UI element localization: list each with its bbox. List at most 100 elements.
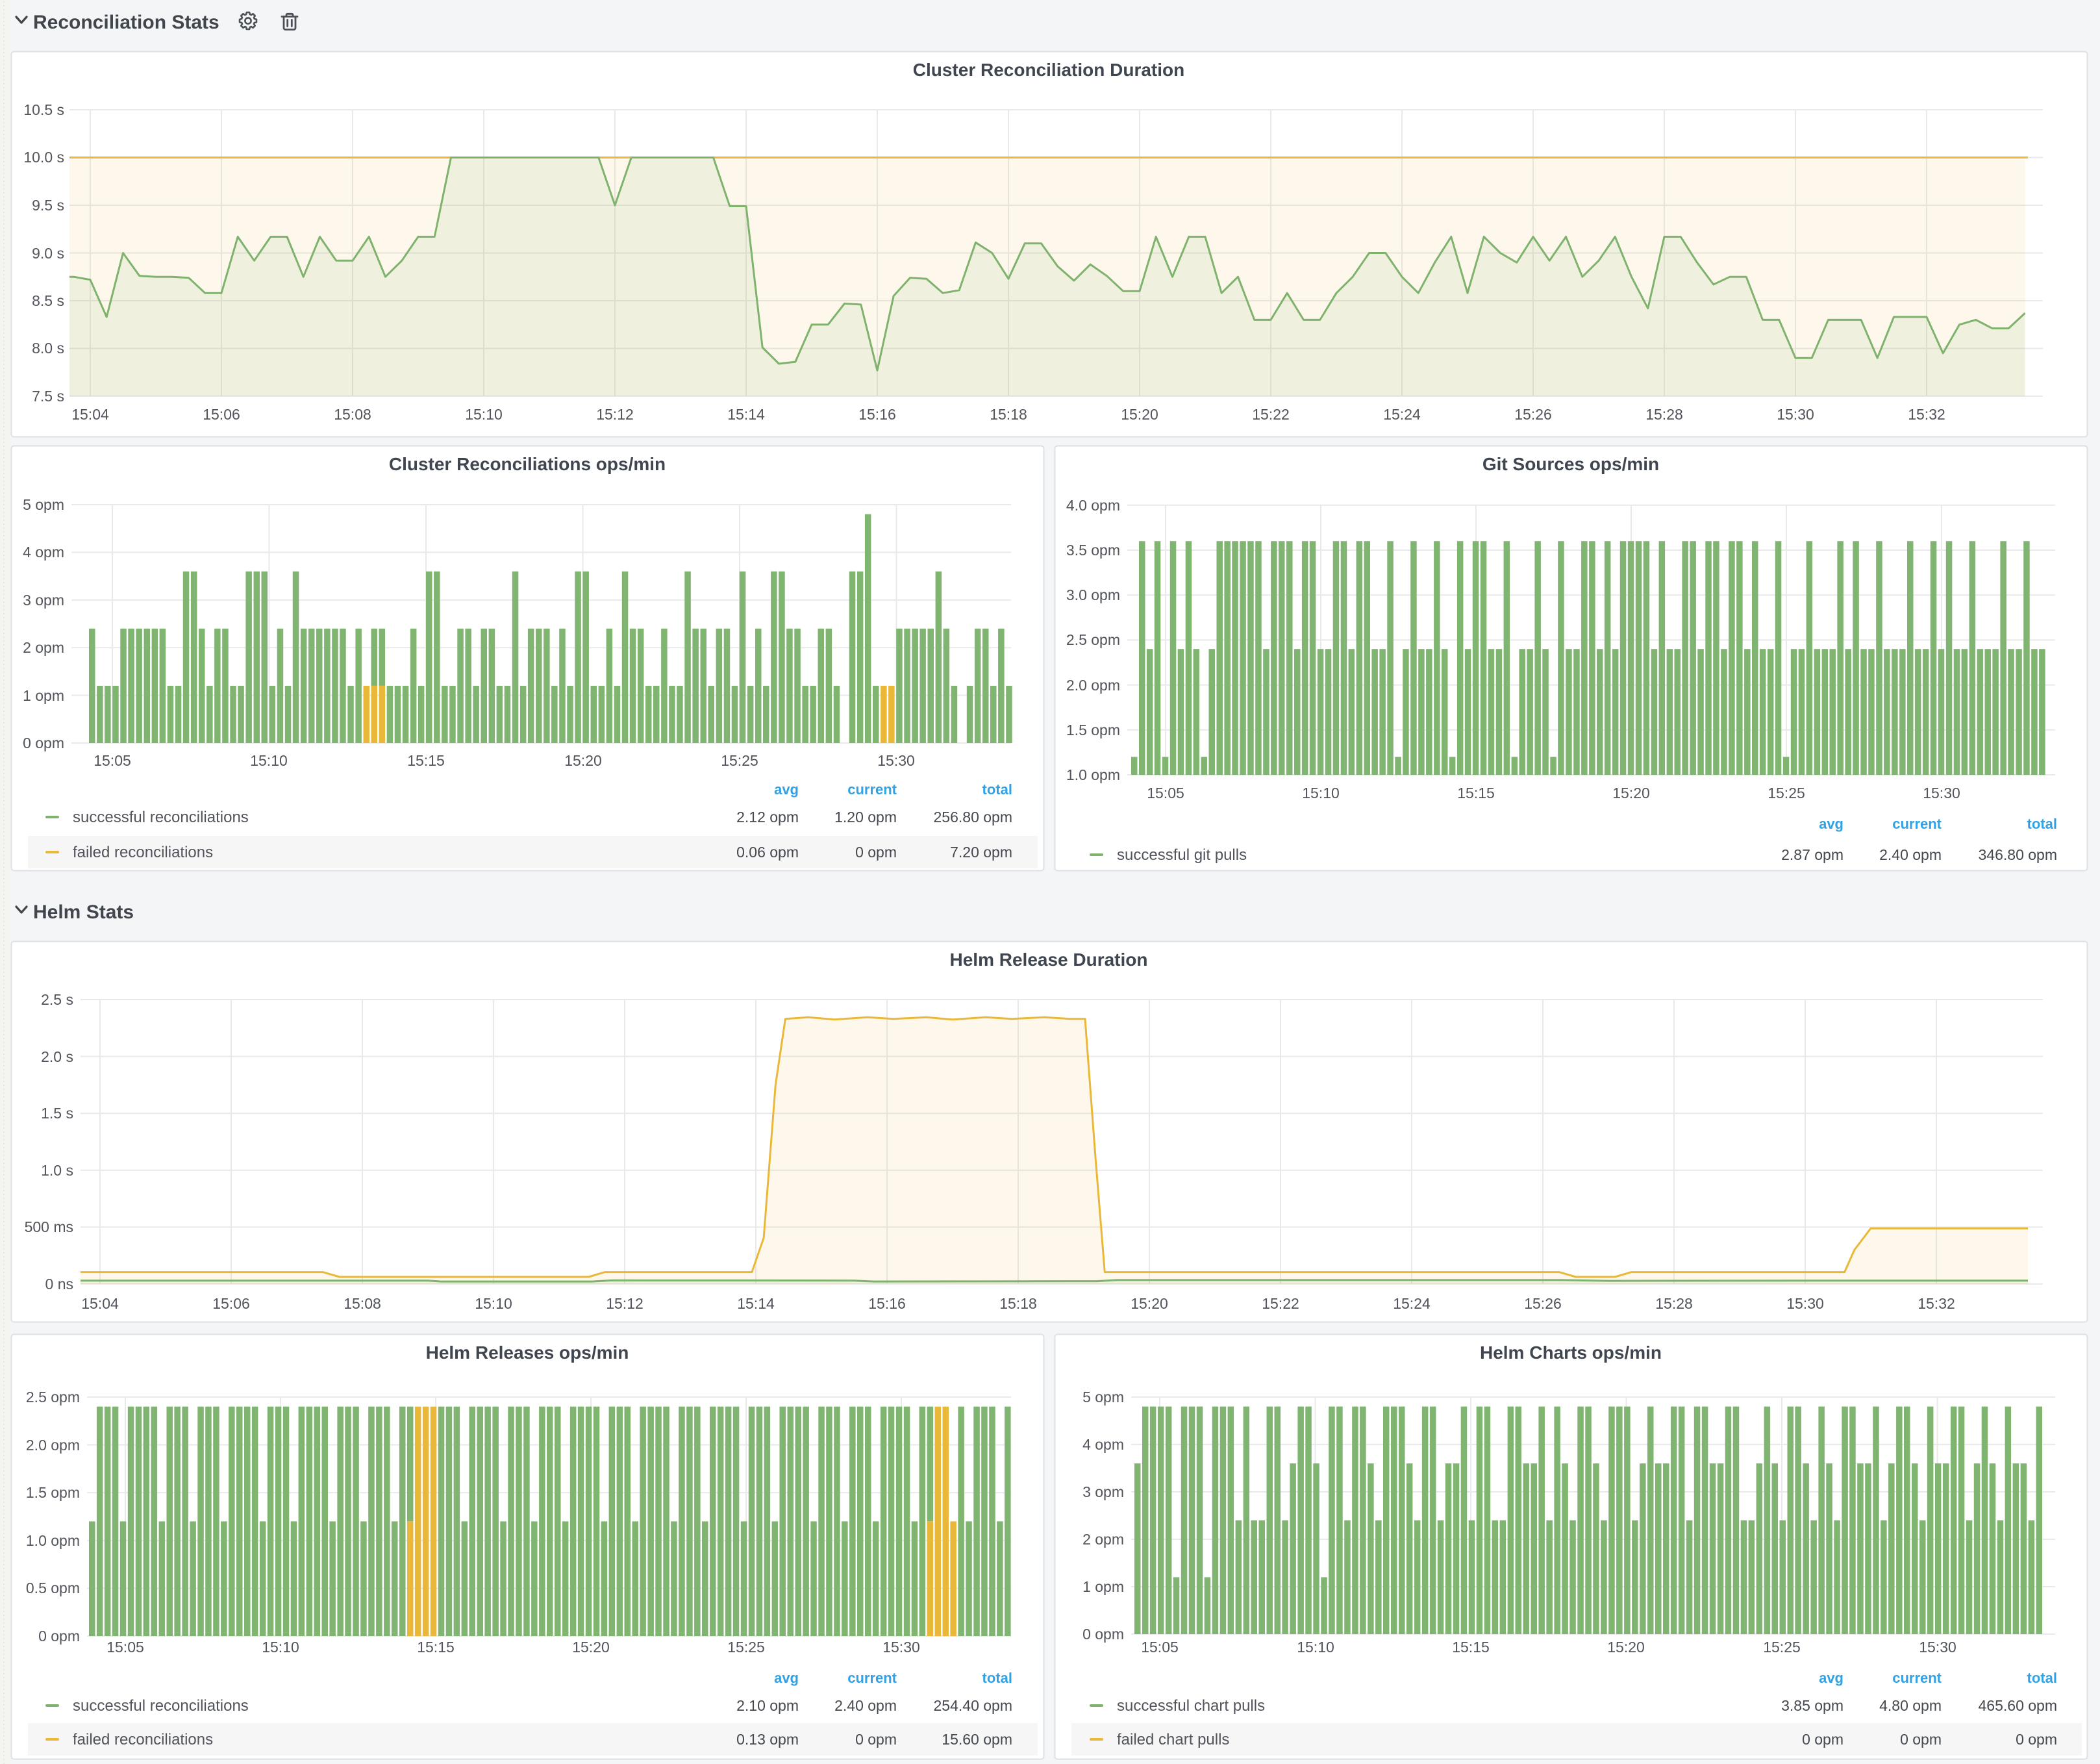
svg-text:15:25: 15:25 [1768,785,1805,801]
svg-text:500 ms: 500 ms [25,1218,73,1235]
svg-text:0.13 opm: 0.13 opm [736,1731,799,1748]
svg-text:8.5 s: 8.5 s [32,292,64,309]
svg-text:1.0 opm: 1.0 opm [26,1532,80,1549]
svg-text:current: current [847,781,897,798]
svg-text:2.10 opm: 2.10 opm [736,1697,799,1714]
svg-text:0 ns: 0 ns [45,1276,73,1292]
svg-text:15:04: 15:04 [71,406,109,423]
svg-text:1 opm: 1 opm [1082,1578,1124,1595]
svg-text:successful git pulls: successful git pulls [1117,846,1247,864]
svg-text:avg: avg [1819,816,1844,832]
svg-text:15:15: 15:15 [407,752,445,769]
svg-text:current: current [847,1670,897,1686]
svg-text:1.0 s: 1.0 s [41,1162,73,1179]
svg-text:0 opm: 0 opm [1802,1731,1844,1748]
svg-text:3 opm: 3 opm [23,592,64,609]
svg-text:failed reconciliations: failed reconciliations [73,1731,213,1748]
svg-text:2.40 opm: 2.40 opm [834,1697,897,1714]
svg-text:15:28: 15:28 [1655,1295,1693,1312]
svg-text:15:22: 15:22 [1262,1295,1299,1312]
svg-text:2.40 opm: 2.40 opm [1879,846,1942,863]
svg-text:15:28: 15:28 [1645,406,1683,423]
svg-text:3 opm: 3 opm [1082,1483,1124,1500]
svg-text:10.0 s: 10.0 s [23,149,64,166]
svg-text:15:30: 15:30 [1786,1295,1824,1312]
svg-text:15:10: 15:10 [250,752,288,769]
svg-text:15:15: 15:15 [1452,1639,1490,1656]
svg-text:15:25: 15:25 [727,1639,765,1656]
svg-text:15:18: 15:18 [999,1295,1037,1312]
svg-text:avg: avg [1819,1670,1844,1686]
svg-text:3.0 opm: 3.0 opm [1066,586,1120,603]
svg-text:15:05: 15:05 [1147,785,1184,801]
svg-text:Reconciliation Stats: Reconciliation Stats [33,12,219,33]
svg-text:0 opm: 0 opm [23,735,64,751]
svg-text:15:26: 15:26 [1514,406,1552,423]
svg-text:15:10: 15:10 [475,1295,512,1312]
svg-text:total: total [2027,816,2057,832]
svg-text:15:32: 15:32 [1918,1295,1955,1312]
svg-text:15:16: 15:16 [868,1295,906,1312]
svg-text:3.5 opm: 3.5 opm [1066,542,1120,559]
svg-text:15:12: 15:12 [596,406,634,423]
svg-text:15:20: 15:20 [1121,406,1158,423]
svg-text:15:16: 15:16 [858,406,896,423]
svg-text:2.0 opm: 2.0 opm [1066,677,1120,694]
svg-text:avg: avg [774,1670,799,1686]
svg-text:8.0 s: 8.0 s [32,340,64,357]
svg-text:1.5 opm: 1.5 opm [1066,722,1120,738]
svg-text:Helm Release Duration: Helm Release Duration [950,950,1148,970]
svg-text:1.20 opm: 1.20 opm [834,809,897,825]
svg-text:0 opm: 0 opm [1900,1731,1942,1748]
svg-text:2.0 s: 2.0 s [41,1048,73,1065]
svg-text:346.80 opm: 346.80 opm [1979,846,2057,863]
svg-text:2.0 opm: 2.0 opm [26,1437,80,1454]
svg-text:7.5 s: 7.5 s [32,388,64,405]
svg-text:2.87 opm: 2.87 opm [1781,846,1844,863]
svg-text:1.5 opm: 1.5 opm [26,1484,80,1501]
svg-text:failed chart pulls: failed chart pulls [1117,1731,1229,1748]
svg-text:1 opm: 1 opm [23,687,64,704]
svg-text:7.20 opm: 7.20 opm [950,844,1012,861]
svg-text:256.80 opm: 256.80 opm [934,809,1012,825]
svg-text:2 opm: 2 opm [1082,1531,1124,1548]
svg-text:9.0 s: 9.0 s [32,245,64,262]
svg-text:successful reconciliations: successful reconciliations [73,1697,249,1715]
svg-text:15:20: 15:20 [1131,1295,1168,1312]
svg-text:Cluster Reconciliations ops/mi: Cluster Reconciliations ops/min [389,454,666,474]
svg-text:4 opm: 4 opm [23,544,64,561]
svg-text:4.80 opm: 4.80 opm [1879,1697,1942,1714]
svg-text:1.0 opm: 1.0 opm [1066,766,1120,783]
svg-text:15:26: 15:26 [1524,1295,1562,1312]
svg-text:15:08: 15:08 [344,1295,381,1312]
svg-text:15:08: 15:08 [334,406,371,423]
svg-text:15:05: 15:05 [94,752,131,769]
svg-text:15:20: 15:20 [1607,1639,1645,1656]
svg-text:successful chart pulls: successful chart pulls [1117,1697,1265,1715]
svg-text:15:05: 15:05 [1141,1639,1179,1656]
svg-text:15:24: 15:24 [1383,406,1421,423]
svg-text:3.85 opm: 3.85 opm [1781,1697,1844,1714]
svg-text:2.5 opm: 2.5 opm [1066,631,1120,648]
svg-text:15:12: 15:12 [606,1295,644,1312]
svg-text:successful reconciliations: successful reconciliations [73,809,249,826]
svg-text:9.5 s: 9.5 s [32,197,64,214]
svg-text:total: total [982,1670,1012,1686]
svg-text:15:32: 15:32 [1908,406,1945,423]
svg-text:15:18: 15:18 [990,406,1027,423]
svg-text:465.60 opm: 465.60 opm [1979,1697,2057,1714]
svg-text:2.5 opm: 2.5 opm [26,1389,80,1405]
svg-text:15:14: 15:14 [727,406,765,423]
svg-text:Helm Charts ops/min: Helm Charts ops/min [1480,1342,1662,1363]
svg-text:15:20: 15:20 [1612,785,1650,801]
svg-text:15:15: 15:15 [1457,785,1495,801]
svg-text:avg: avg [774,781,799,798]
svg-text:10.5 s: 10.5 s [23,101,64,118]
svg-text:0.06 opm: 0.06 opm [736,844,799,861]
svg-text:15:14: 15:14 [737,1295,775,1312]
svg-text:Cluster Reconciliation Duratio: Cluster Reconciliation Duration [913,60,1185,80]
svg-text:15:25: 15:25 [1763,1639,1801,1656]
svg-text:total: total [982,781,1012,798]
svg-text:2 opm: 2 opm [23,639,64,656]
svg-text:15:30: 15:30 [882,1639,920,1656]
